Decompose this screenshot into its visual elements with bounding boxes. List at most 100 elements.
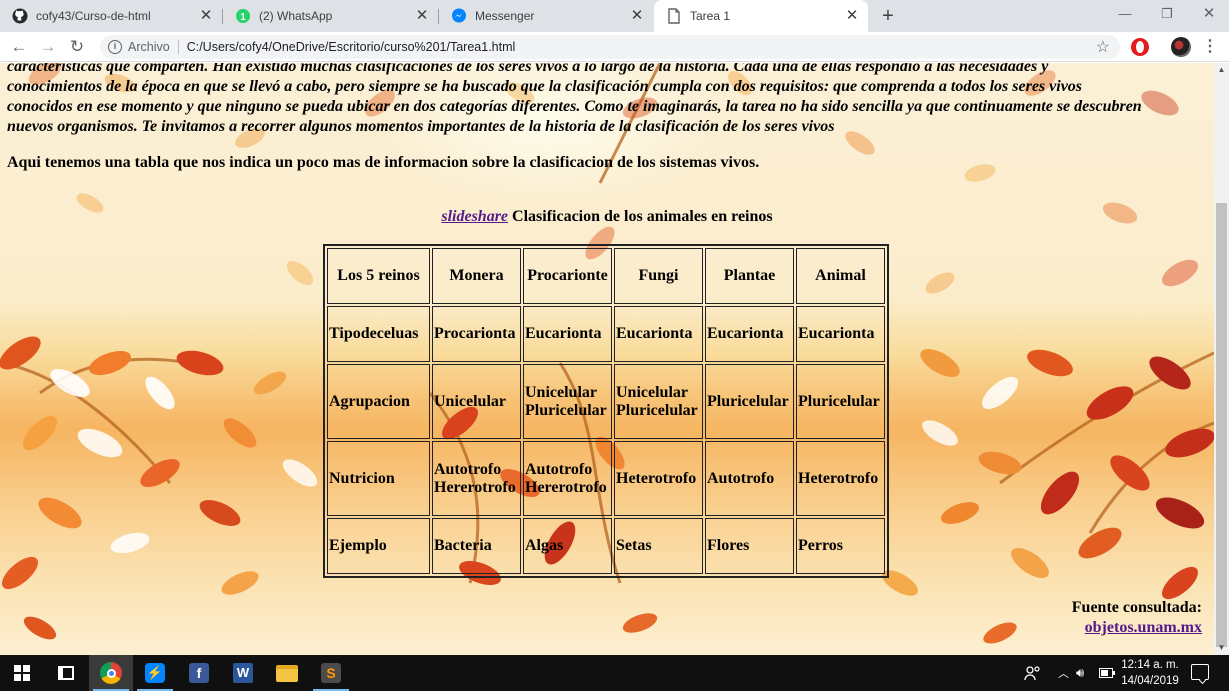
url-text[interactable]: C:/Users/cofy4/OneDrive/Escritorio/curso… xyxy=(187,40,516,54)
source-block: Fuente consultada: objetos.unam.mx xyxy=(1072,598,1202,638)
table-cell: Plantae xyxy=(705,248,794,304)
table-cell: Animal xyxy=(796,248,885,304)
messenger-icon xyxy=(451,8,467,24)
battery-icon[interactable] xyxy=(1099,655,1115,691)
tab-whatsapp[interactable]: 1 (2) WhatsApp ✕ xyxy=(223,0,438,32)
browser-toolbar: ← → ↻ i Archivo C:/Users/cofy4/OneDrive/… xyxy=(0,32,1229,62)
table-cell: Perros xyxy=(796,518,885,574)
source-link[interactable]: objetos.unam.mx xyxy=(1085,619,1202,636)
new-tab-plus-icon[interactable]: + xyxy=(878,6,898,26)
table-cell: Nutricion xyxy=(327,441,430,516)
reload-icon[interactable]: ↻ xyxy=(66,36,88,58)
restore-icon[interactable]: ❐ xyxy=(1145,0,1189,28)
taskbar-file-explorer[interactable] xyxy=(265,655,309,691)
table-cell: Flores xyxy=(705,518,794,574)
folder-icon xyxy=(276,664,298,682)
table-cell: Tipodeceluas xyxy=(327,306,430,362)
taskbar-word[interactable]: W xyxy=(221,655,265,691)
table-cell: Heterotrofo xyxy=(796,441,885,516)
tab-close-icon[interactable]: ✕ xyxy=(629,8,645,24)
bookmark-star-icon[interactable]: ☆ xyxy=(1096,37,1110,57)
table-cell: Procarionte xyxy=(523,248,612,304)
github-icon xyxy=(12,8,28,24)
notifications-icon[interactable] xyxy=(1191,664,1209,680)
table-cell: Eucarionta xyxy=(796,306,885,362)
table-cell: Unicelular Pluricelular xyxy=(523,364,612,439)
intro-paragraph: características que comparten. Han exist… xyxy=(7,63,1207,137)
tab-github[interactable]: cofy43/Curso-de-html ✕ xyxy=(0,0,222,32)
table-cell: Heterotrofo xyxy=(614,441,703,516)
table-row: Agrupacion Unicelular Unicelular Plurice… xyxy=(327,364,885,439)
opera-extension-icon[interactable] xyxy=(1131,38,1149,56)
people-icon[interactable] xyxy=(1024,655,1042,691)
table-cell: Eucarionta xyxy=(523,306,612,362)
address-bar[interactable]: i Archivo C:/Users/cofy4/OneDrive/Escrit… xyxy=(100,35,1120,59)
table-cell: Eucarionta xyxy=(614,306,703,362)
svg-text:1: 1 xyxy=(240,12,246,23)
table-cell: Ejemplo xyxy=(327,518,430,574)
scrollbar-thumb[interactable] xyxy=(1216,203,1227,647)
table-cell: Bacteria xyxy=(432,518,521,574)
whatsapp-icon: 1 xyxy=(235,8,251,24)
table-cell: Algas xyxy=(523,518,612,574)
taskbar-messenger[interactable]: ⚡ xyxy=(133,655,177,691)
table-cell: Fungi xyxy=(614,248,703,304)
browser-menu-icon[interactable]: ⋮ xyxy=(1202,36,1218,58)
table-cell: Procarionta xyxy=(432,306,521,362)
volume-icon[interactable]: 🔊︎ xyxy=(1076,655,1084,691)
tray-chevron-up-icon[interactable]: ︿ xyxy=(1058,655,1069,691)
table-header-row: Los 5 reinos Monera Procarionte Fungi Pl… xyxy=(327,248,885,304)
intro-line: características que comparten. Han exist… xyxy=(7,63,1049,75)
tab-close-icon[interactable]: ✕ xyxy=(414,8,430,24)
table-caption: slideshare Clasificacion de los animales… xyxy=(0,208,1214,226)
tab-messenger[interactable]: Messenger ✕ xyxy=(439,0,653,32)
tab-title: Tarea 1 xyxy=(690,9,731,23)
table-cell: Autotrofo xyxy=(705,441,794,516)
table-lead-text: Aqui tenemos una tabla que nos indica un… xyxy=(7,154,760,171)
intro-line: conocimientos de la época en que se llev… xyxy=(7,78,1083,95)
clock-time: 12:14 a. m. xyxy=(1121,659,1179,671)
info-icon[interactable]: i xyxy=(108,40,122,54)
clock-date: 14/04/2019 xyxy=(1121,675,1179,687)
chrome-icon xyxy=(100,662,122,684)
slideshare-link[interactable]: slideshare xyxy=(441,208,508,225)
taskbar-clock[interactable]: 12:14 a. m. 14/04/2019 xyxy=(1118,657,1182,689)
page-viewport: características que comparten. Han exist… xyxy=(0,63,1214,655)
intro-line: conocidos en ese momento y que ninguno s… xyxy=(7,98,1142,115)
table-cell: Los 5 reinos xyxy=(327,248,430,304)
task-view-button[interactable] xyxy=(44,655,88,691)
table-cell: Pluricelular xyxy=(796,364,885,439)
table-cell: Agrupacion xyxy=(327,364,430,439)
forward-arrow-icon[interactable]: → xyxy=(37,36,59,58)
table-row: Nutricion Autotrofo Hererotrofo Autotrof… xyxy=(327,441,885,516)
scroll-down-arrow-icon[interactable]: ▼ xyxy=(1214,641,1229,655)
page-scrollbar[interactable]: ▲ ▼ xyxy=(1214,63,1229,655)
start-button[interactable] xyxy=(0,655,44,691)
profile-avatar[interactable] xyxy=(1171,37,1191,57)
facebook-icon: f xyxy=(189,663,209,683)
table-row: Tipodeceluas Procarionta Eucarionta Euca… xyxy=(327,306,885,362)
back-arrow-icon[interactable]: ← xyxy=(8,36,30,58)
scheme-label: Archivo xyxy=(128,40,170,54)
table-cell: Autotrofo Hererotrofo xyxy=(523,441,612,516)
table-cell: Unicelular Pluricelular xyxy=(614,364,703,439)
tab-title: cofy43/Curso-de-html xyxy=(36,9,151,23)
close-window-icon[interactable]: ✕ xyxy=(1187,0,1229,28)
taskbar-sublime[interactable]: S xyxy=(309,655,353,691)
windows-logo-icon xyxy=(14,665,30,681)
tab-close-icon[interactable]: ✕ xyxy=(198,8,214,24)
tab-title: Messenger xyxy=(475,9,535,23)
scroll-up-arrow-icon[interactable]: ▲ xyxy=(1214,63,1229,77)
document-icon xyxy=(666,8,682,24)
tab-strip: cofy43/Curso-de-html ✕ 1 (2) WhatsApp ✕ … xyxy=(0,0,1229,32)
minimize-icon[interactable]: — xyxy=(1103,0,1147,28)
taskbar-chrome[interactable] xyxy=(89,655,133,691)
source-label: Fuente consultada: xyxy=(1071,599,1202,616)
kingdoms-table: Los 5 reinos Monera Procarionte Fungi Pl… xyxy=(323,244,889,578)
intro-line: nuevos organismos. Te invitamos a recorr… xyxy=(7,118,835,135)
task-view-icon xyxy=(58,666,74,680)
tab-close-icon[interactable]: ✕ xyxy=(844,8,860,24)
taskbar-facebook[interactable]: f xyxy=(177,655,221,691)
table-cell: Autotrofo Hererotrofo xyxy=(432,441,521,516)
tab-tarea-1[interactable]: Tarea 1 ✕ xyxy=(654,0,868,32)
